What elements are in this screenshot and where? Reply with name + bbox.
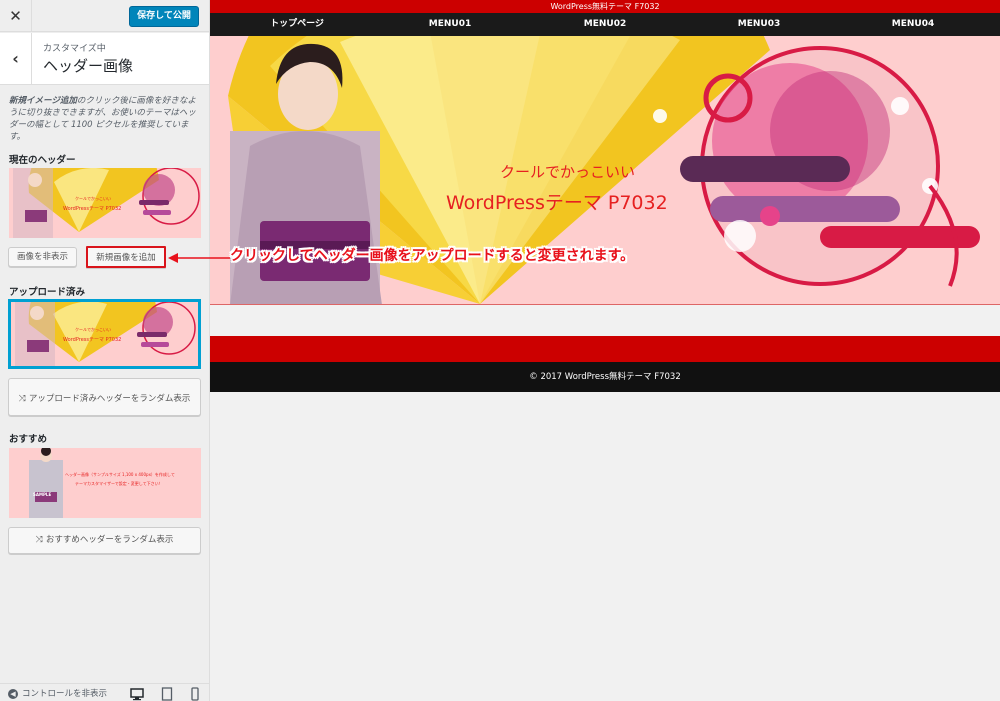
customizer-topbar: ✕ 保存して公開 xyxy=(0,0,209,32)
content-area xyxy=(210,306,1000,336)
hide-image-button[interactable]: 画像を非表示 xyxy=(8,247,77,267)
annotation-arrow-icon xyxy=(168,253,230,263)
mobile-preview-icon[interactable] xyxy=(188,686,202,701)
site-preview: WordPress無料テーマ F7032 トップページ MENU01 MENU0… xyxy=(210,0,1000,701)
nav-item-top[interactable]: トップページ xyxy=(242,13,352,36)
nav-item-menu01[interactable]: MENU01 xyxy=(395,13,505,36)
random-suggested-label: おすすめヘッダーをランダム表示 xyxy=(45,535,174,545)
suggested-header-thumbnail[interactable]: ヘッダー画像（サンプルサイズ 1,100 x 400px）を作成して テーマカス… xyxy=(9,448,201,518)
customizer-sidebar: ✕ 保存して公開 ‹ カスタマイズ中 ヘッダー画像 新規イメージ追加のクリック後… xyxy=(0,0,210,701)
annotation-text: クリックしてヘッダー画像をアップロードすると変更されます。 xyxy=(230,248,635,264)
nav-item-menu04[interactable]: MENU04 xyxy=(858,13,968,36)
site-navigation: トップページ MENU01 MENU02 MENU03 MENU04 xyxy=(210,13,1000,36)
publish-button[interactable]: 保存して公開 xyxy=(129,6,199,27)
tablet-preview-icon[interactable] xyxy=(160,686,174,701)
current-header-label: 現在のヘッダー xyxy=(9,155,76,166)
shuffle-icon: ⤨ xyxy=(18,394,26,404)
suggested-label: おすすめ xyxy=(9,434,48,445)
close-icon[interactable]: ✕ xyxy=(0,0,32,32)
section-description: 新規イメージ追加のクリック後に画像を好きなように切り抜きできますが、お使いのテー… xyxy=(9,95,203,143)
footer-red-band xyxy=(210,336,1000,362)
add-new-image-button[interactable]: 新規画像を追加 xyxy=(86,246,166,268)
nav-item-menu02[interactable]: MENU02 xyxy=(550,13,660,36)
random-suggested-headers-button[interactable]: ⤨ おすすめヘッダーをランダム表示 xyxy=(8,527,201,554)
hero-line-1: クールでかっこいい xyxy=(500,163,636,181)
current-header-thumbnail: クールでかっこいい WordPressテーマ P7032 xyxy=(9,168,201,238)
screen: ✕ 保存して公開 ‹ カスタマイズ中 ヘッダー画像 新規イメージ追加のクリック後… xyxy=(0,0,1000,701)
back-chevron-icon[interactable]: ‹ xyxy=(0,33,32,84)
section-header: ‹ カスタマイズ中 ヘッダー画像 xyxy=(0,33,209,85)
suggested-text-2: テーマカスタマイザーで設定・変更して下さい！ xyxy=(75,481,163,486)
uploaded-thumbnail-text-2: WordPressテーマ P7032 xyxy=(63,337,122,343)
collapse-arrow-icon: ◀ xyxy=(8,688,18,699)
desktop-preview-icon[interactable] xyxy=(130,686,144,701)
customizer-footer: ◀ コントロールを非表示 xyxy=(0,683,209,701)
uploaded-thumbnail-text-1: クールでかっこいい xyxy=(75,327,111,332)
uploaded-label: アップロード済み xyxy=(9,287,86,298)
nav-item-menu03[interactable]: MENU03 xyxy=(704,13,814,36)
site-footer-copyright: © 2017 WordPress無料テーマ F7032 xyxy=(210,362,1000,392)
section-title: ヘッダー画像 xyxy=(43,57,134,75)
hide-controls-label: コントロールを非表示 xyxy=(22,689,108,699)
uploaded-header-thumbnail[interactable]: クールでかっこいい WordPressテーマ P7032 xyxy=(8,299,201,369)
thumbnail-text-1: クールでかっこいい xyxy=(75,196,111,201)
random-uploaded-label: アップロード済みヘッダーをランダム表示 xyxy=(28,394,191,404)
random-uploaded-headers-button[interactable]: ⤨ アップロード済みヘッダーをランダム表示 xyxy=(8,378,201,416)
description-bold: 新規イメージ追加 xyxy=(9,96,77,106)
shuffle-icon: ⤨ xyxy=(35,535,43,545)
customizing-label: カスタマイズ中 xyxy=(43,44,106,54)
hero-line-2: WordPressテーマ P7032 xyxy=(446,192,668,214)
hide-controls-button[interactable]: ◀ コントロールを非表示 xyxy=(8,687,107,699)
thumbnail-text-2: WordPressテーマ P7032 xyxy=(63,206,122,212)
site-topbar: WordPress無料テーマ F7032 xyxy=(210,0,1000,13)
suggested-text-1: ヘッダー画像（サンプルサイズ 1,100 x 400px）を作成して xyxy=(65,472,175,477)
sample-stamp: SAMPLE xyxy=(33,492,52,497)
